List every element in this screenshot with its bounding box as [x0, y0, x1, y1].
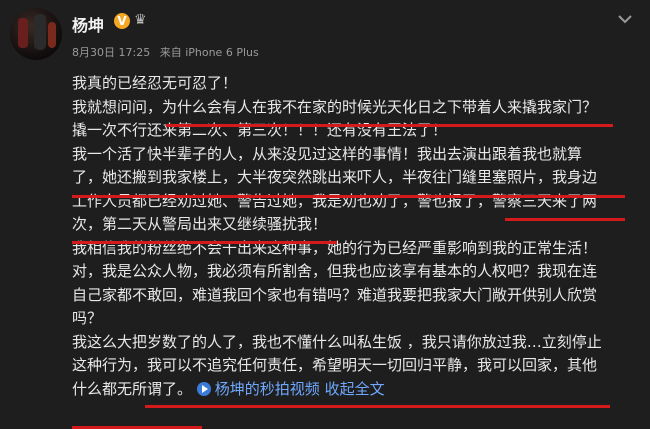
post-line: 这种行为，我可以不追究任何责任，希望明天一切回归平静，我可以回家，其他 — [72, 356, 598, 374]
post-meta: 8月30日 17:25 来自 iPhone 6 Plus — [72, 44, 265, 60]
post-line: 吗？ — [72, 309, 103, 327]
post-line: 我一个活了快半辈子的人，从来没见过这样的事情！我出去演出跟着我也就算 — [72, 144, 583, 163]
annotation-underline — [505, 218, 625, 221]
post-body: 我真的已经忍无可忍了！ 我就想问问，为什么会有人在我不在家的时候光天化日之下带着… — [72, 72, 642, 401]
avatar-figure — [34, 14, 46, 50]
post-line: 什么都无所谓了。 — [72, 379, 193, 398]
crown-icon: ♛ — [134, 12, 147, 28]
post-line: 对，我是公众人物，我必须有所割舍，但我也应该享有基本的人权吧？我现在连 — [72, 262, 598, 280]
video-icon — [196, 381, 211, 396]
post-line: 了，她还搬到我家楼上，大半夜突然跳出来吓人，半夜往门缝里塞照片，我身边 — [72, 168, 598, 186]
post-line: 自己家都不敢回，难道我回个家也有错吗？难道我要把我家大门敞开供别人欣赏 — [72, 285, 598, 304]
post-line: 我这么大把岁数了的人了，我也不懂什么叫私生饭 ，我只请你放过我…立刻停止 — [72, 332, 602, 351]
annotation-underline — [72, 241, 337, 244]
avatar-figure — [48, 22, 56, 48]
post-line: 撬一次不行还来第二次、第三次！！！还有没有王法了！ — [72, 121, 448, 139]
user-name[interactable]: 杨坤 — [72, 12, 104, 36]
avatar-figure — [18, 18, 28, 48]
post-line: 我真的已经忍无可忍了！ — [72, 74, 238, 92]
post-date: 8月30日 17:25 — [72, 46, 151, 59]
video-link[interactable]: 杨坤的秒拍视频 — [196, 379, 320, 398]
verified-icon: V — [114, 13, 130, 29]
collapse-link[interactable]: 收起全文 — [325, 380, 385, 398]
post-source: 来自 iPhone 6 Plus — [159, 46, 259, 59]
annotation-underline — [145, 405, 610, 408]
annotation-underline — [72, 195, 625, 198]
chevron-down-icon[interactable] — [618, 14, 632, 24]
annotation-underline — [166, 124, 613, 127]
post-line: 次，第二天从警局出来又继续骚扰我！ — [72, 215, 328, 233]
avatar[interactable] — [10, 8, 62, 60]
post-line-last: 什么都无所谓了。 杨坤的秒拍视频 收起全文 — [72, 378, 642, 402]
post-line: 我就想问问，为什么会有人在我不在家的时候光天化日之下带着人来撬我家门？ — [72, 97, 598, 116]
video-link-label: 杨坤的秒拍视频 — [214, 379, 320, 398]
post-line: 工作人员都已经劝过她、警告过她，我是劝也劝了，警也报了，警察三天来了两 — [72, 191, 598, 210]
